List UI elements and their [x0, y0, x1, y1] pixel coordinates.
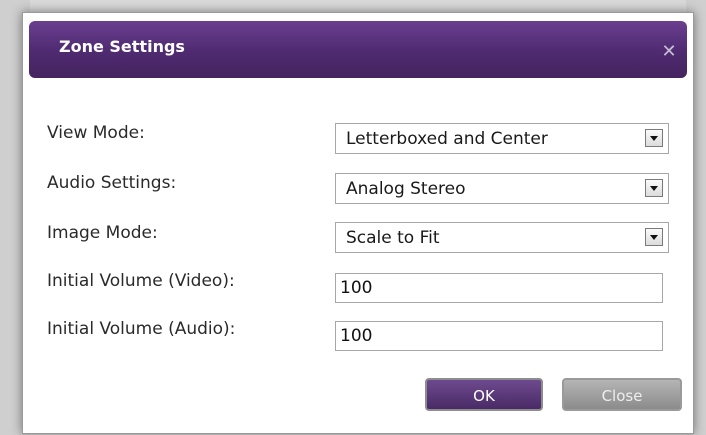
initial-volume-audio-label: Initial Volume (Audio):	[47, 319, 236, 339]
image-mode-label: Image Mode:	[47, 223, 158, 243]
audio-settings-value: Analog Stereo	[346, 179, 466, 199]
audio-settings-label: Audio Settings:	[47, 173, 177, 193]
image-mode-select[interactable]: Scale to Fit	[335, 222, 669, 253]
close-icon[interactable]: ✕	[659, 42, 679, 62]
initial-volume-video-input[interactable]: 100	[335, 273, 663, 303]
initial-volume-audio-input[interactable]: 100	[335, 321, 663, 351]
ok-button[interactable]: OK	[425, 378, 543, 411]
image-mode-value: Scale to Fit	[346, 228, 440, 248]
view-mode-value: Letterboxed and Center	[346, 129, 548, 149]
view-mode-label: View Mode:	[47, 123, 145, 143]
chevron-down-icon[interactable]	[645, 179, 663, 197]
dialog-title: Zone Settings	[59, 37, 185, 56]
dialog-titlebar: Zone Settings ✕	[29, 21, 687, 78]
close-button[interactable]: Close	[562, 378, 682, 411]
chevron-down-icon[interactable]	[645, 228, 663, 246]
view-mode-select[interactable]: Letterboxed and Center	[335, 123, 669, 154]
initial-volume-video-label: Initial Volume (Video):	[47, 271, 235, 291]
audio-settings-select[interactable]: Analog Stereo	[335, 173, 669, 204]
chevron-down-icon[interactable]	[645, 129, 663, 147]
zone-settings-dialog: Zone Settings ✕ View Mode: Letterboxed a…	[22, 12, 694, 434]
